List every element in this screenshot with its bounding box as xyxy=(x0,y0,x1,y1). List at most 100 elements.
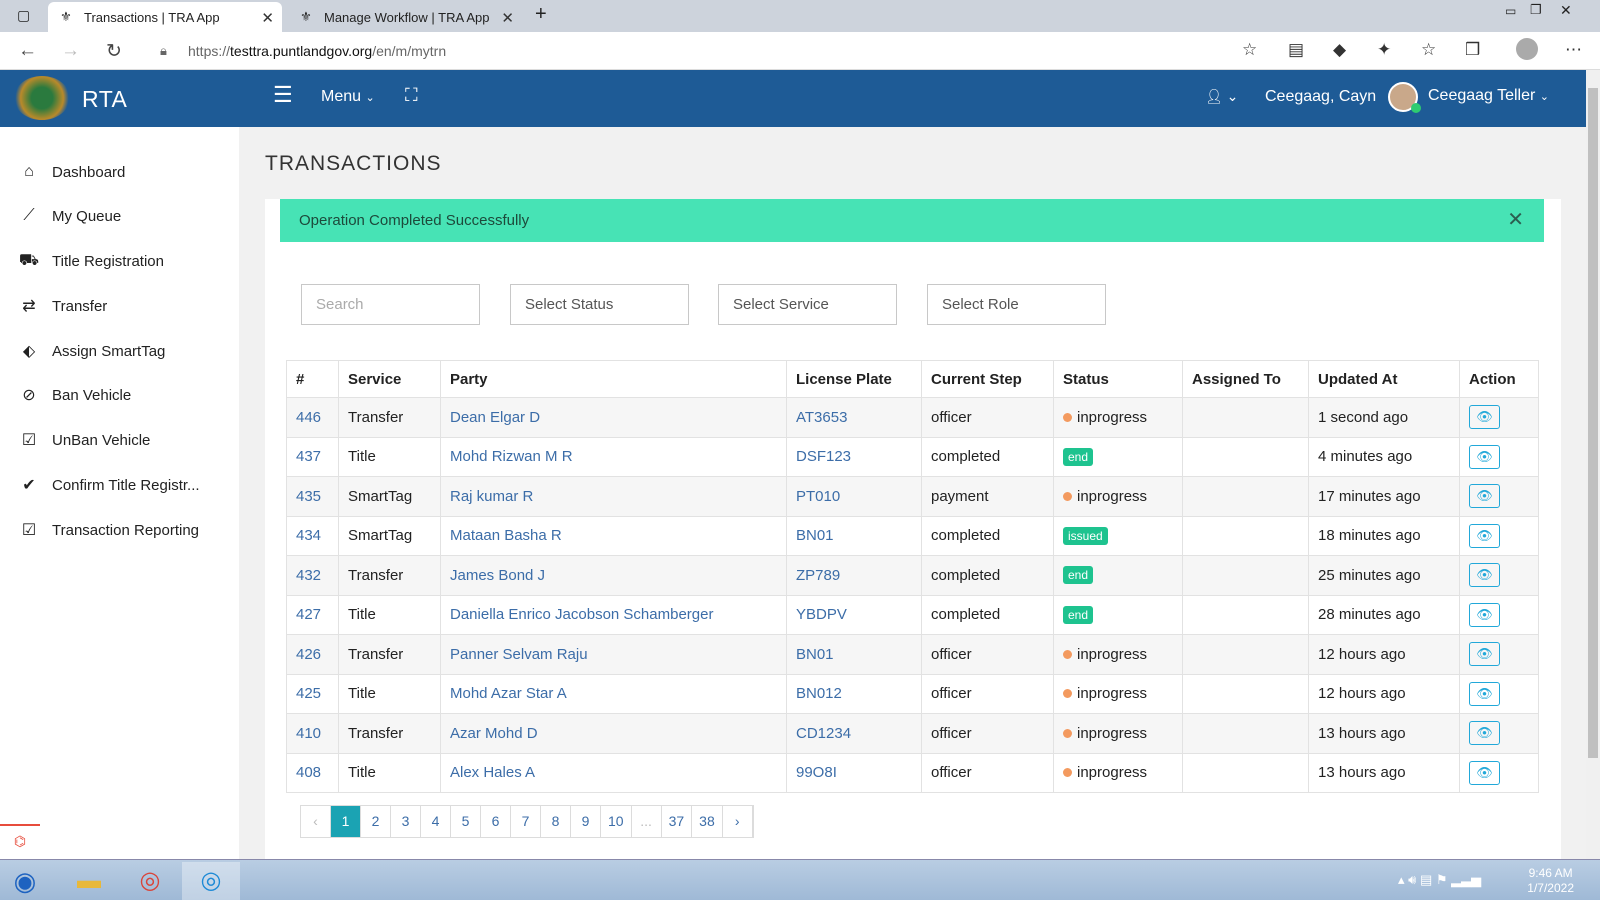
view-eye-icon[interactable]: 👁︎ xyxy=(1469,681,1500,706)
party-link[interactable]: Dean Elgar D xyxy=(450,409,540,426)
party-link[interactable]: Azar Mohd D xyxy=(450,725,538,742)
close-tab-icon[interactable]: ✕ xyxy=(261,9,274,27)
view-eye-icon[interactable]: 👁︎ xyxy=(1469,721,1500,746)
hamburger-icon[interactable]: ☰ xyxy=(273,82,293,108)
reading-icon[interactable]: ▤ xyxy=(1288,40,1304,60)
profile-icon[interactable] xyxy=(1516,38,1538,60)
license-plate-link[interactable]: CD1234 xyxy=(796,725,851,742)
pagination-page[interactable]: 6 xyxy=(481,806,511,837)
view-eye-icon[interactable]: 👁︎ xyxy=(1469,484,1500,509)
pagination-page[interactable]: 8 xyxy=(541,806,571,837)
license-plate-link[interactable]: 99O8I xyxy=(796,764,837,781)
more-icon[interactable]: ⋯ xyxy=(1565,40,1582,60)
pagination-prev[interactable]: ‹ xyxy=(301,806,331,837)
transaction-id-link[interactable]: 410 xyxy=(296,725,321,742)
pagination-page[interactable]: 5 xyxy=(451,806,481,837)
pagination-page[interactable]: 38 xyxy=(692,806,723,837)
sidebar-item-ban-vehicle[interactable]: ⊘ Ban Vehicle xyxy=(0,373,239,417)
close-icon[interactable]: ✕ xyxy=(1507,199,1524,242)
chrome-icon[interactable]: ◎ xyxy=(121,862,179,900)
system-tray-icons[interactable]: ▴ 🔊︎ ▤ ⚑ ▂▃▅ xyxy=(1398,872,1481,888)
reload-icon[interactable]: ↻ xyxy=(106,40,122,63)
pagination-page[interactable]: 37 xyxy=(661,806,693,837)
view-eye-icon[interactable]: 👁︎ xyxy=(1469,523,1500,548)
license-plate-link[interactable]: ZP789 xyxy=(796,567,840,584)
sidebar-item-title-registration[interactable]: ⛟ Title Registration xyxy=(0,239,239,283)
party-link[interactable]: Daniella Enrico Jacobson Schamberger xyxy=(450,606,713,623)
party-link[interactable]: Mohd Azar Star A xyxy=(450,685,567,702)
select-service[interactable]: Select Service xyxy=(718,284,897,325)
sidebar-item-my-queue[interactable]: ⟋ My Queue xyxy=(0,194,239,238)
favorite-add-icon[interactable]: ☆ xyxy=(1242,40,1257,60)
select-role[interactable]: Select Role xyxy=(927,284,1106,325)
laravel-debug-icon[interactable]: ⌬ xyxy=(0,824,40,856)
pagination-page[interactable]: 7 xyxy=(511,806,541,837)
license-plate-link[interactable]: BN01 xyxy=(796,527,834,544)
start-button-icon[interactable]: ◉ xyxy=(0,862,50,900)
close-window-icon[interactable]: ✕ xyxy=(1560,2,1572,19)
transaction-id-link[interactable]: 427 xyxy=(296,606,321,623)
transaction-id-link[interactable]: 435 xyxy=(296,488,321,505)
favorites-icon[interactable]: ☆ xyxy=(1421,40,1436,60)
view-eye-icon[interactable]: 👁︎ xyxy=(1469,602,1500,627)
pagination-page[interactable]: 2 xyxy=(361,806,391,837)
new-tab-icon[interactable]: + xyxy=(535,3,547,26)
pagination-page[interactable]: 3 xyxy=(391,806,421,837)
party-link[interactable]: Mohd Rizwan M R xyxy=(450,448,573,465)
close-tab-icon[interactable]: ✕ xyxy=(501,9,514,27)
extension-shield-icon[interactable]: ◆ xyxy=(1333,40,1346,60)
edge-icon[interactable]: ◎ xyxy=(182,862,240,900)
fullscreen-icon[interactable]: ⛶ xyxy=(405,85,418,106)
browser-tab-manage-workflow[interactable]: ⚜ Manage Workflow | TRA App ✕ xyxy=(288,2,522,32)
view-eye-icon[interactable]: 👁︎ xyxy=(1469,563,1500,588)
tab-list-icon[interactable]: ▢ xyxy=(17,7,30,24)
sidebar-item-dashboard[interactable]: ⌂ Dashboard xyxy=(0,150,239,194)
url-field[interactable]: 🔒︎ https://testtra.puntlandgov.org/en/m/… xyxy=(146,37,1270,65)
sidebar-item-assign-smarttag[interactable]: ⬖ Assign SmartTag xyxy=(0,329,239,373)
search-input[interactable]: Search xyxy=(301,284,480,325)
sidebar-item-unban-vehicle[interactable]: ☑ UnBan Vehicle xyxy=(0,418,239,462)
license-plate-link[interactable]: PT010 xyxy=(796,488,840,505)
license-plate-link[interactable]: BN012 xyxy=(796,685,842,702)
page-scrollbar[interactable] xyxy=(1586,70,1600,859)
browser-tab-transactions[interactable]: ⚜ Transactions | TRA App ✕ xyxy=(48,2,282,32)
pagination-page[interactable]: 10 xyxy=(601,806,632,837)
view-eye-icon[interactable]: 👁︎ xyxy=(1469,642,1500,667)
view-eye-icon[interactable]: 👁︎ xyxy=(1469,760,1500,785)
sidebar-item-transfer[interactable]: ⇄ Transfer xyxy=(0,284,239,328)
license-plate-link[interactable]: BN01 xyxy=(796,646,834,663)
license-plate-link[interactable]: AT3653 xyxy=(796,409,847,426)
party-link[interactable]: Mataan Basha R xyxy=(450,527,562,544)
minimize-icon[interactable]: ▭ xyxy=(1505,4,1516,18)
transaction-id-link[interactable]: 425 xyxy=(296,685,321,702)
back-icon[interactable]: ← xyxy=(18,40,37,62)
transaction-id-link[interactable]: 446 xyxy=(296,409,321,426)
scroll-thumb[interactable] xyxy=(1588,88,1598,758)
forward-icon[interactable]: → xyxy=(61,40,80,62)
view-eye-icon[interactable]: 👁︎ xyxy=(1469,405,1500,430)
extensions-icon[interactable]: ✦ xyxy=(1377,40,1391,60)
transaction-id-link[interactable]: 432 xyxy=(296,567,321,584)
transaction-id-link[interactable]: 408 xyxy=(296,764,321,781)
party-link[interactable]: Raj kumar R xyxy=(450,488,533,505)
license-plate-link[interactable]: DSF123 xyxy=(796,448,851,465)
pagination-page[interactable]: 4 xyxy=(421,806,451,837)
pagination-page[interactable]: 1 xyxy=(331,806,361,837)
party-link[interactable]: Panner Selvam Raju xyxy=(450,646,588,663)
file-explorer-icon[interactable]: ▬ xyxy=(60,862,118,900)
user-menu-icon[interactable]: 👤︎ ⌄ xyxy=(1205,88,1238,105)
menu-dropdown[interactable]: Menu ⌄ xyxy=(321,88,375,106)
pagination-page[interactable]: 9 xyxy=(571,806,601,837)
restore-icon[interactable]: ❐ xyxy=(1530,2,1542,18)
transaction-id-link[interactable]: 437 xyxy=(296,448,321,465)
party-link[interactable]: James Bond J xyxy=(450,567,545,584)
license-plate-link[interactable]: YBDPV xyxy=(796,606,847,623)
pagination-next[interactable]: › xyxy=(722,806,753,837)
transaction-id-link[interactable]: 434 xyxy=(296,527,321,544)
transaction-id-link[interactable]: 426 xyxy=(296,646,321,663)
collections-icon[interactable]: ❒ xyxy=(1465,40,1480,60)
sidebar-item-confirm-title-registration[interactable]: ✔ Confirm Title Registr... xyxy=(0,463,239,507)
user-role-dropdown[interactable]: Ceegaag Teller ⌄ xyxy=(1428,87,1549,105)
select-status[interactable]: Select Status xyxy=(510,284,689,325)
clock[interactable]: 9:46 AM 1/7/2022 xyxy=(1527,866,1574,896)
